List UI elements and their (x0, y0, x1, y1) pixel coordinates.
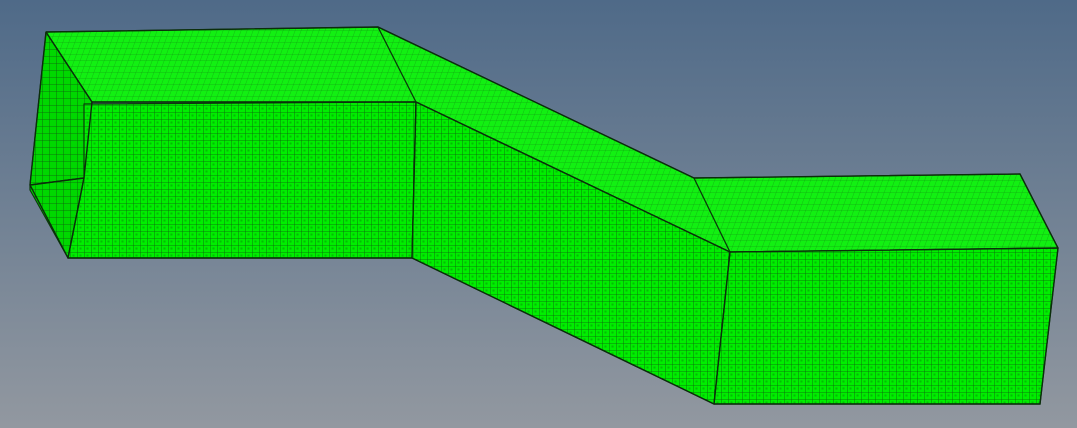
left-segment-front-face[interactable] (67, 101, 417, 259)
right-segment-front-face[interactable] (713, 247, 1059, 405)
left-segment-top-face[interactable] (45, 26, 417, 103)
right-segment-top-face[interactable] (693, 173, 1059, 253)
graphics-viewport[interactable] (0, 0, 1077, 428)
mesh-model-view[interactable] (0, 0, 1077, 428)
